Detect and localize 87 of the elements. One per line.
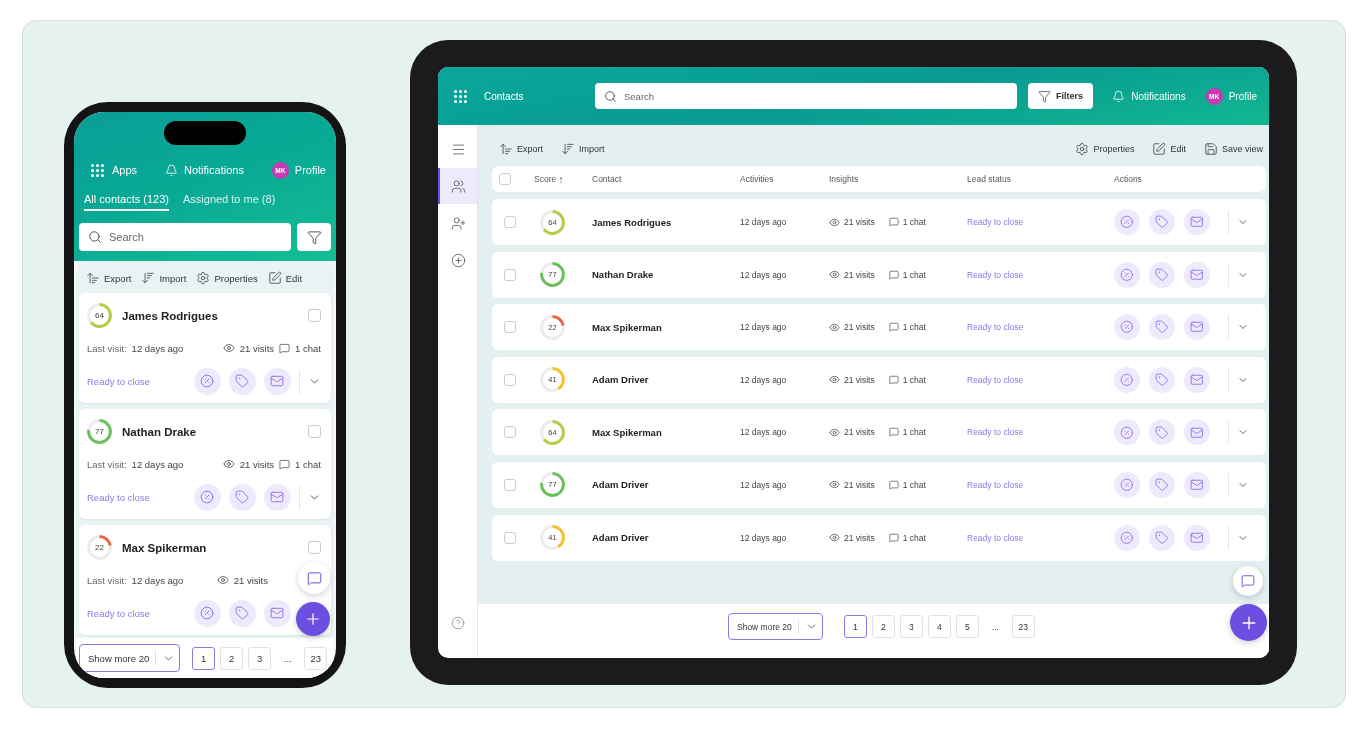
export-button[interactable]: Export <box>86 271 132 285</box>
save-button[interactable]: Save view <box>1203 142 1263 156</box>
chat-count: 1 chat <box>902 427 926 438</box>
activity-time: 12 days ago <box>740 479 788 490</box>
contact-name: Max Spikerman <box>122 541 207 554</box>
search-field[interactable]: Search <box>79 223 291 251</box>
last-visit-value: 12 days ago <box>131 574 184 586</box>
import-button[interactable]: Import <box>141 271 187 285</box>
visits-count: 21 visits <box>233 574 268 586</box>
column-header[interactable]: Lead status <box>967 174 1114 184</box>
chat-count: 1 chat <box>902 479 926 490</box>
visits-count: 21 visits <box>844 374 875 385</box>
visits-count: 21 visits <box>844 427 875 438</box>
activity-time: 12 days ago <box>740 217 788 227</box>
contact-name: Adam Driver <box>592 532 650 544</box>
last-visit-value: 12 days ago <box>131 458 184 470</box>
chat-count: 1 chat <box>902 374 926 385</box>
export-button[interactable]: Export <box>499 142 543 156</box>
import-button[interactable]: Import <box>561 142 605 156</box>
lead-status-link[interactable]: Ready to close <box>967 427 1024 438</box>
page-button[interactable]: 1 <box>192 646 216 670</box>
filters-button[interactable]: Filters <box>1028 83 1093 109</box>
lead-status-link[interactable]: Ready to close <box>967 217 1024 227</box>
lead-status-link[interactable]: Ready to close <box>967 479 1024 490</box>
chat-count: 1 chat <box>295 458 321 470</box>
column-header[interactable]: Activities <box>740 174 829 184</box>
lead-status-link[interactable]: Ready to close <box>967 374 1024 385</box>
score-value: 64 <box>95 311 104 320</box>
page-button[interactable]: 3 <box>899 615 923 638</box>
page-button[interactable]: 4 <box>927 615 951 638</box>
page-button[interactable]: 5 <box>955 615 979 638</box>
page-button[interactable]: 23 <box>1011 615 1035 638</box>
chat-count: 1 chat <box>902 217 926 227</box>
lead-status-link[interactable]: Ready to close <box>967 269 1024 280</box>
visits-count: 21 visits <box>844 269 875 280</box>
page-button[interactable]: 1 <box>843 615 867 638</box>
chat-count: 1 chat <box>902 532 926 543</box>
column-header[interactable]: Score <box>534 174 557 184</box>
contact-name: Max Spikerman <box>592 426 663 438</box>
column-header[interactable]: Contact <box>592 174 740 184</box>
chat-count: 1 chat <box>902 322 926 333</box>
contact-name: Adam Driver <box>592 479 650 491</box>
contact-name: Adam Driver <box>592 374 650 386</box>
page-button[interactable]: 3 <box>248 646 272 670</box>
visits-count: 21 visits <box>844 532 875 543</box>
sort-arrow[interactable]: ↑ <box>558 173 564 185</box>
edit-button[interactable]: Edit <box>1152 142 1186 156</box>
show-more-dropdown[interactable]: Show more 20 <box>79 644 181 672</box>
page-button[interactable]: 2 <box>871 615 895 638</box>
activity-time: 12 days ago <box>740 322 788 333</box>
column-header[interactable]: Actions <box>1114 174 1266 184</box>
chat-count: 1 chat <box>902 269 926 280</box>
activity-time: 12 days ago <box>740 532 788 543</box>
contact-name: Max Spikerman <box>592 321 663 333</box>
lead-status-link[interactable]: Ready to close <box>87 608 150 619</box>
lead-status-link[interactable]: Ready to close <box>967 532 1024 543</box>
activity-time: 12 days ago <box>740 269 788 280</box>
last-visit-label: Last visit: <box>87 342 127 354</box>
activity-time: 12 days ago <box>740 427 788 438</box>
visits-count: 21 visits <box>844 217 875 227</box>
last-visit-label: Last visit: <box>87 458 127 470</box>
lead-status-link[interactable]: Ready to close <box>87 376 150 387</box>
contact-name: James Rodrigues <box>592 216 673 228</box>
visits-count: 21 visits <box>239 342 275 354</box>
chat-count: 1 chat <box>295 342 321 354</box>
visits-count: 21 visits <box>239 458 275 470</box>
last-visit-label: Last visit: <box>87 574 127 586</box>
visits-count: 21 visits <box>844 479 875 490</box>
last-visit-value: 12 days ago <box>131 342 184 354</box>
score-value: 22 <box>95 543 104 552</box>
edit-button[interactable]: Edit <box>267 271 303 285</box>
page-button[interactable]: 2 <box>220 646 244 670</box>
properties-button[interactable]: Properties <box>196 271 258 285</box>
properties-button[interactable]: Properties <box>1075 142 1135 156</box>
show-more-dropdown[interactable]: Show more 20 <box>728 613 823 640</box>
contact-name: Nathan Drake <box>122 425 197 438</box>
app-title: Contacts <box>484 90 525 102</box>
lead-status-link[interactable]: Ready to close <box>87 492 150 503</box>
score-value: 77 <box>95 427 104 436</box>
column-header[interactable]: Insights <box>829 174 967 184</box>
page-button[interactable]: 23 <box>304 646 328 670</box>
search-field[interactable]: Search <box>595 83 1017 109</box>
activity-time: 12 days ago <box>740 374 788 385</box>
contact-name: James Rodrigues <box>122 309 218 322</box>
contact-name: Nathan Drake <box>592 269 655 281</box>
lead-status-link[interactable]: Ready to close <box>967 322 1024 333</box>
visits-count: 21 visits <box>844 322 875 333</box>
